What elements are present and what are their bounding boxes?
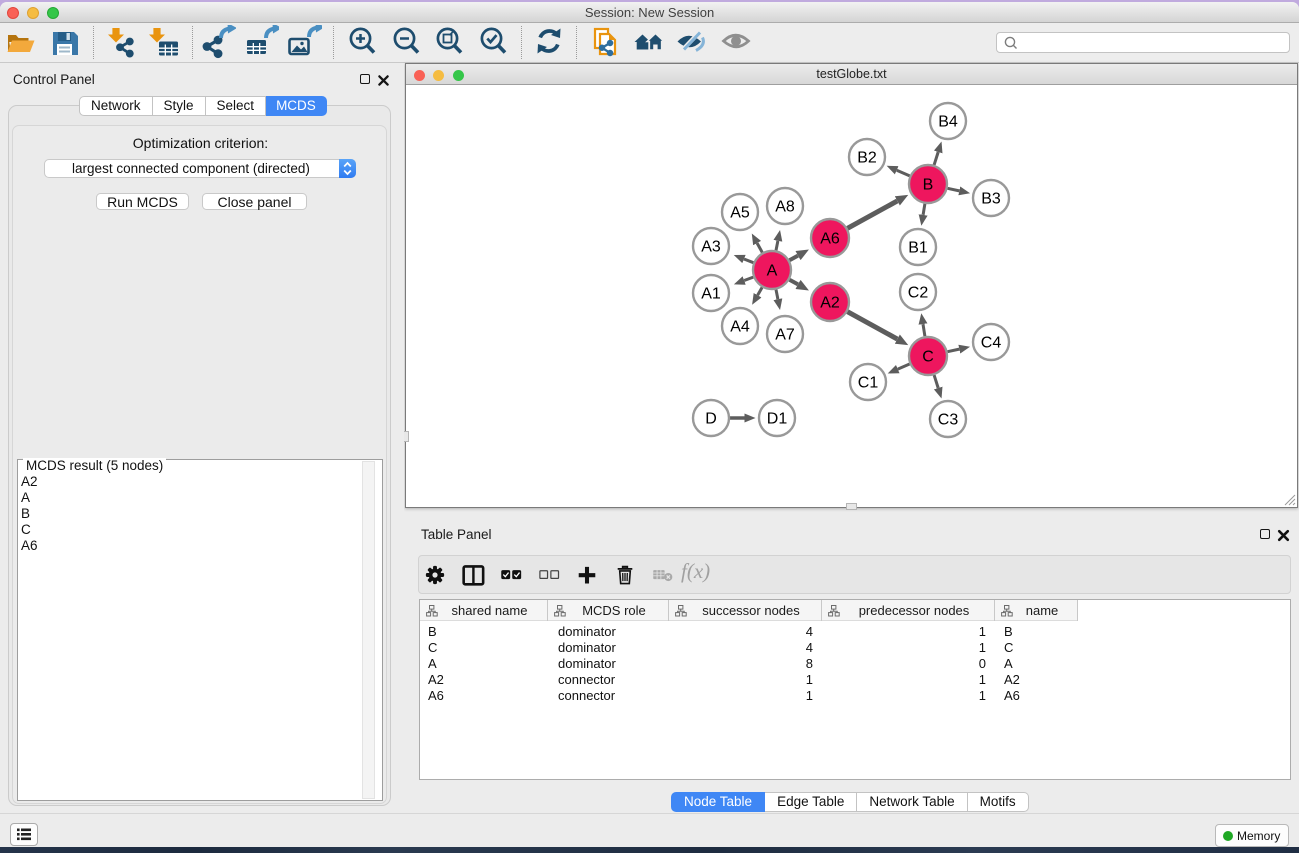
svg-text:D: D — [705, 411, 717, 428]
svg-text:A7: A7 — [775, 327, 795, 344]
svg-text:B2: B2 — [857, 150, 877, 167]
svg-text:A1: A1 — [701, 286, 721, 303]
svg-text:B3: B3 — [981, 191, 1001, 208]
svg-text:A4: A4 — [730, 319, 750, 336]
svg-text:D1: D1 — [767, 411, 788, 428]
svg-text:A8: A8 — [775, 199, 795, 216]
svg-text:C: C — [922, 349, 934, 366]
svg-text:A2: A2 — [820, 295, 840, 312]
svg-text:A5: A5 — [730, 205, 750, 222]
svg-text:C4: C4 — [981, 335, 1002, 352]
svg-text:B: B — [923, 177, 934, 194]
svg-text:B4: B4 — [938, 114, 958, 131]
svg-text:A: A — [767, 263, 778, 280]
svg-text:B1: B1 — [908, 240, 928, 257]
svg-text:C2: C2 — [908, 285, 929, 302]
svg-text:A3: A3 — [701, 239, 721, 256]
svg-text:C3: C3 — [938, 412, 959, 429]
svg-text:C1: C1 — [858, 375, 879, 392]
svg-text:A6: A6 — [820, 231, 840, 248]
